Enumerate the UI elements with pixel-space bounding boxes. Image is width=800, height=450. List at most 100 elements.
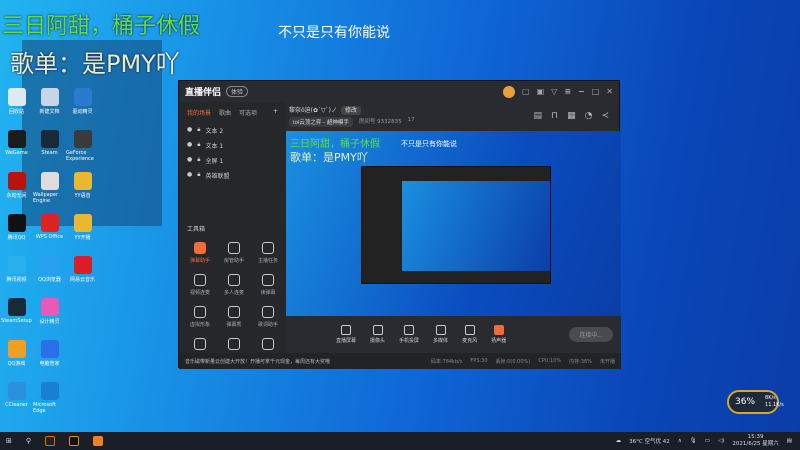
share-icon[interactable]: ≺	[601, 111, 609, 121]
source-button[interactable]: 麦克风	[462, 325, 477, 344]
lock-icon[interactable]: 🔒︎	[197, 141, 200, 150]
tray-chevron-icon[interactable]: ∧	[678, 438, 682, 444]
desktop-icon[interactable]: 腾讯视频	[0, 253, 33, 295]
minimize-icon[interactable]: −	[578, 87, 585, 96]
wegame-taskbar-icon[interactable]	[45, 436, 56, 446]
tool-item[interactable]: 主播任务	[251, 242, 285, 274]
desktop-icon[interactable]: 回收站	[0, 85, 33, 127]
desktop-icon[interactable]: 网易云音乐	[66, 253, 99, 295]
bell-icon[interactable]: ◔	[585, 111, 593, 121]
tool-item[interactable]: 虚拟形象	[183, 306, 217, 338]
desktop-icon[interactable]: QQ浏览器	[33, 253, 66, 295]
source-button[interactable]: 直播屏幕	[336, 325, 356, 344]
scene-item[interactable]: ● 🔒︎ 文本 2	[179, 123, 286, 138]
tab-songs[interactable]: 歌曲	[219, 108, 231, 117]
unlock-icon[interactable]: ⊓	[551, 111, 558, 121]
network-icon[interactable]: ▭	[705, 438, 710, 444]
desktop-icon[interactable]: YY开播	[66, 211, 99, 253]
desktop-icon[interactable]: 新建文档	[33, 85, 66, 127]
source-label: 多媒体	[433, 338, 449, 344]
start-live-button[interactable]: 连接中...	[569, 327, 613, 342]
desktop-icon[interactable]: WeGame	[0, 127, 33, 169]
desktop-icon[interactable]: Wallpaper Engine	[33, 169, 66, 211]
source-button[interactable]: 扬声器	[491, 325, 506, 344]
shirt-icon[interactable]: ▽	[551, 87, 557, 96]
beta-badge[interactable]: 体验	[226, 86, 249, 97]
notification-icon[interactable]: ▤	[787, 438, 792, 444]
scene-item[interactable]: ● 🔒︎ 文本 1	[179, 138, 286, 153]
menu-icon[interactable]: ≡	[564, 87, 571, 96]
app-icon	[40, 298, 59, 316]
scene-item[interactable]: ● 🔒︎ 英雄联盟	[179, 168, 286, 183]
tool-item[interactable]: 弹幕秀	[217, 306, 251, 338]
eye-icon[interactable]: ●	[187, 126, 192, 135]
desktop-icon-label: SteamSetup	[1, 318, 32, 324]
add-scene-icon[interactable]: +	[273, 108, 278, 117]
tool-label: 主播任务	[257, 258, 278, 264]
source-button[interactable]: 摄像头	[370, 325, 385, 344]
lock-icon[interactable]: 🔒︎	[197, 126, 200, 135]
desktop-icon[interactable]: YY语音	[66, 169, 99, 211]
desktop-icon[interactable]: 电脑管家	[33, 337, 66, 379]
source-icon	[372, 325, 383, 335]
search-icon[interactable]: ⚲	[26, 437, 31, 445]
desktop-icon-label: YY语音	[74, 193, 91, 199]
desktop-icon[interactable]: GeForce Experience	[66, 127, 99, 169]
eye-icon[interactable]: ●	[187, 141, 192, 150]
category-selector[interactable]: lol云顶之弈 - 超神模手	[289, 117, 353, 127]
desktop-icon[interactable]: 驱动精灵	[66, 85, 99, 127]
desktop-icon[interactable]: 永劫无间	[0, 169, 33, 211]
source-button[interactable]: 手机投屏	[399, 325, 419, 344]
gift-icon[interactable]: ▤	[534, 111, 543, 121]
weather-text[interactable]: 36°C 空气优 42	[629, 437, 670, 445]
clock[interactable]: 15:39 2021/6/25 星期六	[732, 434, 778, 448]
source-button[interactable]: 多媒体	[433, 325, 448, 344]
weather-icon[interactable]: ☁	[616, 438, 622, 444]
maximize-icon[interactable]: □	[592, 87, 600, 96]
tab-options[interactable]: 可选项	[239, 108, 257, 117]
desktop-icon[interactable]: 腾讯QQ	[0, 211, 33, 253]
desktop-icon[interactable]: WPS Office	[33, 211, 66, 253]
tool-item[interactable]: 歌词助手	[251, 306, 285, 338]
desktop-icon[interactable]: 设计精灵	[33, 295, 66, 337]
volume-icon[interactable]: ◁)	[718, 438, 724, 444]
calendar-icon[interactable]: ▦	[567, 111, 576, 121]
app-icon	[40, 172, 59, 190]
tool-item[interactable]: 弹幕助手	[183, 242, 217, 274]
scene-label: 文本 1	[205, 143, 224, 150]
close-icon[interactable]: ✕	[606, 87, 613, 96]
preview-lyric-2: 歌单：是PMY吖	[290, 151, 368, 164]
tool-label: 弹幕助手	[189, 258, 210, 264]
desktop-icon[interactable]: CCleaner	[0, 379, 33, 421]
lock-icon[interactable]: 🔒︎	[197, 171, 200, 180]
windows-start-icon[interactable]: ⊞	[6, 437, 12, 445]
skin-icon[interactable]: ▣	[537, 87, 545, 96]
tool-item[interactable]: 视频连麦	[183, 274, 217, 306]
message-icon[interactable]: ▢	[522, 87, 530, 96]
desktop-icon[interactable]: SteamSetup	[0, 295, 33, 337]
eye-icon[interactable]: ●	[187, 171, 192, 180]
upload-speed: 8K/s	[765, 395, 776, 401]
stream-preview[interactable]: 三日阿甜，桶子休假 歌单：是PMY吖 不只是只有你能说	[286, 131, 621, 316]
tab-scenes[interactable]: 我的场景	[187, 108, 211, 117]
desktop-icon	[66, 337, 99, 379]
tool-item[interactable]: 房管助手	[217, 242, 251, 274]
lock-icon[interactable]: 🔒︎	[197, 156, 200, 165]
tool-item[interactable]: 多人连麦	[217, 274, 251, 306]
live-companion-taskbar-icon[interactable]	[93, 436, 104, 446]
lol-taskbar-icon[interactable]	[69, 436, 80, 446]
eye-icon[interactable]: ●	[187, 156, 192, 165]
source-label: 手机投屏	[399, 338, 420, 344]
avatar[interactable]	[503, 85, 516, 98]
source-label: 麦克风	[462, 338, 478, 344]
scene-item[interactable]: ● 🔒︎ 全屏 1	[179, 153, 286, 168]
desktop-icon[interactable]: Steam	[33, 127, 66, 169]
mic-icon[interactable]: 🎙︎	[690, 438, 697, 444]
notice-text[interactable]: 音乐磁带新量云创建大开放！开播可拿千元现金，每周还有大奖哦	[185, 358, 330, 365]
desktop-icon[interactable]: Microsoft Edge	[33, 379, 66, 421]
edit-title-button[interactable]: 修改	[341, 106, 362, 115]
tool-item[interactable]: 读弹幕	[251, 274, 285, 306]
desktop-icon[interactable]: QQ游戏	[0, 337, 33, 379]
network-widget[interactable]: 36% 8K/s 11.1K/s	[727, 390, 784, 414]
app-icon	[7, 256, 26, 274]
